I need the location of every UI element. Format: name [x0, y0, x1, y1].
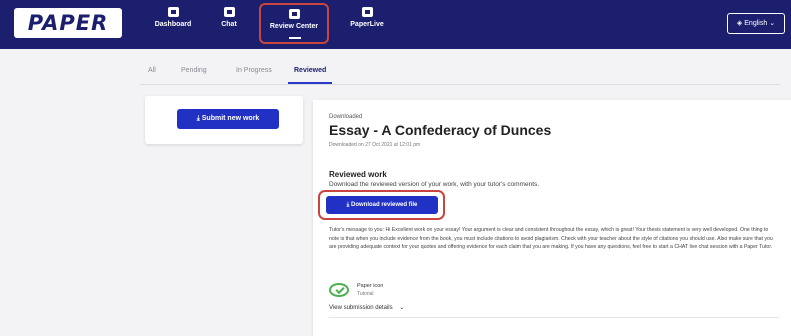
- submission-card: Downloaded Essay - A Confederacy of Dunc…: [313, 100, 791, 336]
- submit-panel: ⤓ Submit new work: [145, 96, 303, 144]
- tab-in-progress[interactable]: In Progress: [236, 64, 272, 84]
- dashboard-icon: [167, 7, 179, 17]
- paper-logo[interactable]: PAPER: [14, 8, 122, 38]
- checkmark-icon: [329, 283, 349, 297]
- download-reviewed-file-label: Download reviewed file: [350, 202, 418, 208]
- active-nav-indicator: [289, 37, 301, 39]
- view-submission-details-label: View submission details: [329, 305, 393, 311]
- submit-new-work-label: Submit new work: [201, 115, 260, 122]
- top-navigation: PAPER Dashboard Chat Review Center Paper…: [0, 0, 791, 49]
- submission-date: Downloaded on 27 Oct 2021 at 12:01 pm: [329, 142, 421, 148]
- nav-review-center-label: Review Center: [269, 23, 319, 30]
- tabs-divider: [140, 84, 780, 85]
- nav-review-center[interactable]: Review Center: [259, 3, 329, 44]
- reviewed-work-description: Download the reviewed version of your wo…: [329, 181, 540, 188]
- tab-reviewed[interactable]: Reviewed: [288, 64, 333, 84]
- feedback-title: Paper icon: [357, 283, 384, 289]
- review-center-icon: [288, 9, 300, 19]
- feedback-role: Tutorial: [357, 291, 374, 297]
- download-icon: ⤓: [346, 202, 350, 208]
- nav-paperlive-label: PaperLive: [350, 21, 384, 28]
- submit-new-work-button[interactable]: ⤓ Submit new work: [177, 109, 279, 129]
- view-submission-details[interactable]: View submission details ⌄: [329, 304, 404, 311]
- upload-icon: ⤓: [196, 115, 200, 122]
- reviewed-work-heading: Reviewed work: [329, 170, 387, 179]
- download-reviewed-file-button[interactable]: ⤓ Download reviewed file: [326, 196, 438, 214]
- submission-title: Essay - A Confederacy of Dunces: [329, 122, 552, 138]
- globe-icon: ◈: [736, 20, 743, 27]
- logo-text: PAPER: [27, 11, 109, 35]
- submission-status: Downloaded: [329, 114, 363, 120]
- nav-paperlive[interactable]: PaperLive: [344, 7, 390, 41]
- language-selector[interactable]: ◈ English ⌄: [727, 13, 785, 34]
- nav-dashboard-label: Dashboard: [154, 21, 192, 28]
- chevron-down-icon: ⌄: [769, 20, 776, 27]
- tab-pending[interactable]: Pending: [181, 64, 207, 84]
- chat-icon: [223, 7, 235, 17]
- card-divider: [329, 317, 779, 318]
- paperlive-icon: [361, 7, 373, 17]
- tab-all[interactable]: All: [148, 64, 156, 84]
- nav-dashboard[interactable]: Dashboard: [150, 7, 196, 41]
- tutor-message: Tutor's message to you: Hi Excellent wor…: [329, 227, 773, 251]
- nav-chat[interactable]: Chat: [212, 7, 246, 41]
- nav-chat-label: Chat: [221, 21, 237, 28]
- tutor-feedback: Paper icon Tutorial: [329, 280, 479, 300]
- language-label: English: [744, 20, 768, 27]
- chevron-down-icon: ⌄: [399, 305, 405, 311]
